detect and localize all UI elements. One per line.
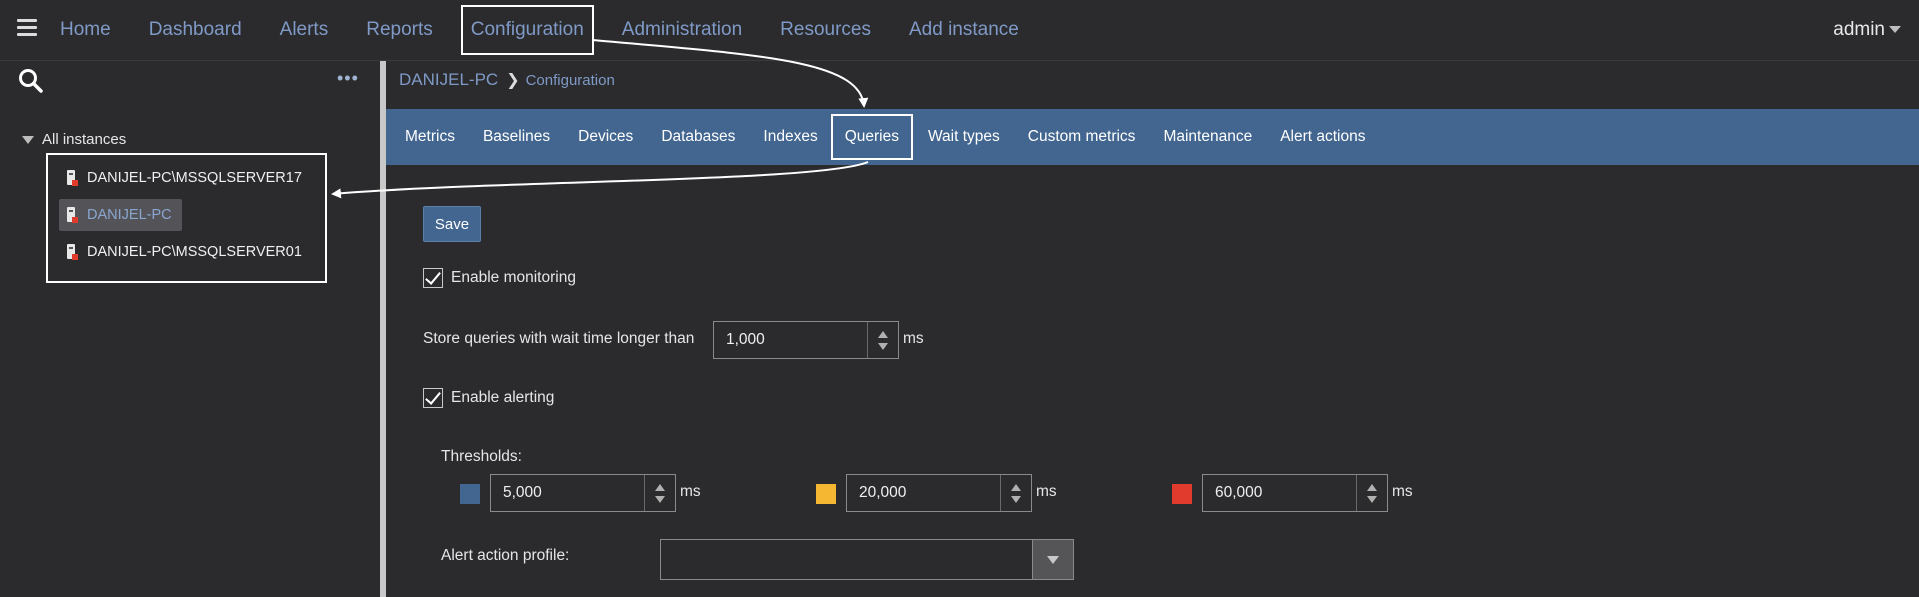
config-tabs: Metrics Baselines Devices Databases Inde…: [386, 109, 1919, 165]
enable-monitoring-label: Enable monitoring: [451, 269, 576, 286]
checkmark-icon: [425, 388, 441, 405]
instance-item-selected[interactable]: DANIJEL-PC: [59, 199, 182, 231]
nav-configuration[interactable]: Configuration: [460, 5, 594, 55]
breadcrumb: DANIJEL-PC ❯ Configuration: [399, 70, 615, 90]
spin-up-icon[interactable]: [655, 484, 665, 491]
hamburger-menu-icon[interactable]: [17, 19, 37, 37]
spin-down-icon[interactable]: [655, 496, 665, 503]
nav-resources[interactable]: Resources: [780, 1, 871, 59]
spinner: [867, 322, 898, 358]
instance-item[interactable]: DANIJEL-PC\MSSQLSERVER17: [59, 162, 312, 194]
enable-alerting-label: Enable alerting: [451, 389, 555, 406]
tab-databases[interactable]: Databases: [661, 115, 744, 159]
nav-alerts[interactable]: Alerts: [280, 1, 329, 59]
thresholds-label: Thresholds:: [441, 448, 522, 465]
spinner: [644, 475, 675, 511]
tree-root-label: All instances: [42, 131, 127, 148]
nav-reports[interactable]: Reports: [366, 1, 433, 59]
alert-action-profile-label: Alert action profile:: [441, 547, 570, 564]
spin-up-icon[interactable]: [1011, 484, 1021, 491]
store-wait-time-stepper[interactable]: [713, 321, 899, 359]
store-wait-time-input[interactable]: [714, 322, 867, 358]
spin-down-icon[interactable]: [1367, 496, 1377, 503]
tab-queries[interactable]: Queries: [830, 114, 913, 160]
unit-label: ms: [1036, 483, 1057, 500]
user-name: admin: [1833, 19, 1885, 40]
enable-alerting-checkbox[interactable]: Enable alerting: [423, 388, 554, 408]
spin-down-icon[interactable]: [878, 343, 888, 350]
tab-wait-types[interactable]: Wait types: [928, 115, 1009, 159]
tab-devices[interactable]: Devices: [578, 115, 642, 159]
nav-home[interactable]: Home: [60, 1, 111, 59]
server-icon: [67, 244, 78, 260]
threshold-low-color-swatch: [460, 484, 480, 504]
alert-action-profile-select[interactable]: [660, 539, 1074, 580]
instance-label: DANIJEL-PC\MSSQLSERVER01: [87, 244, 302, 260]
spin-down-icon[interactable]: [1011, 496, 1021, 503]
threshold-medium-input[interactable]: [847, 475, 1000, 511]
spinner: [1356, 475, 1387, 511]
main-nav: Home Dashboard Alerts Reports Configurat…: [60, 0, 1057, 60]
unit-label: ms: [1392, 483, 1413, 500]
collapse-triangle-icon[interactable]: [22, 135, 34, 144]
chevron-down-icon: [1047, 556, 1059, 564]
server-icon: [67, 207, 78, 223]
checkbox-box[interactable]: [423, 268, 443, 288]
threshold-high-input[interactable]: [1203, 475, 1356, 511]
breadcrumb-current: Configuration: [525, 71, 615, 89]
unit-label: ms: [903, 330, 924, 347]
threshold-high-color-swatch: [1172, 484, 1192, 504]
tab-indexes[interactable]: Indexes: [763, 115, 826, 159]
instance-item[interactable]: DANIJEL-PC\MSSQLSERVER01: [59, 236, 312, 268]
instance-label: DANIJEL-PC: [87, 207, 172, 223]
tab-baselines[interactable]: Baselines: [483, 115, 559, 159]
tree-root-all-instances[interactable]: All instances: [22, 131, 126, 148]
user-menu[interactable]: admin: [1833, 0, 1901, 60]
checkbox-box[interactable]: [423, 388, 443, 408]
nav-dashboard[interactable]: Dashboard: [149, 1, 242, 59]
spinner: [1000, 475, 1031, 511]
save-button[interactable]: Save: [423, 206, 481, 242]
threshold-medium-color-swatch: [816, 484, 836, 504]
tab-maintenance[interactable]: Maintenance: [1163, 115, 1261, 159]
threshold-low-stepper[interactable]: [490, 474, 676, 512]
top-navigation-bar: Home Dashboard Alerts Reports Configurat…: [0, 0, 1919, 61]
server-icon: [67, 170, 78, 186]
annotation-arrow-to-instances: [331, 161, 869, 199]
dropdown-arrow[interactable]: [1032, 540, 1073, 579]
tab-custom-metrics[interactable]: Custom metrics: [1028, 115, 1145, 159]
tab-alert-actions[interactable]: Alert actions: [1280, 115, 1374, 159]
store-queries-label: Store queries with wait time longer than: [423, 330, 695, 347]
unit-label: ms: [680, 483, 701, 500]
spin-up-icon[interactable]: [878, 331, 888, 338]
enable-monitoring-checkbox[interactable]: Enable monitoring: [423, 268, 576, 288]
tab-metrics[interactable]: Metrics: [405, 115, 464, 159]
chevron-right-icon: ❯: [506, 72, 520, 89]
threshold-high-stepper[interactable]: [1202, 474, 1388, 512]
spin-up-icon[interactable]: [1367, 484, 1377, 491]
breadcrumb-instance[interactable]: DANIJEL-PC: [399, 70, 498, 90]
search-icon[interactable]: [18, 68, 44, 94]
more-options-icon[interactable]: •••: [337, 69, 359, 87]
threshold-medium-stepper[interactable]: [846, 474, 1032, 512]
instance-label: DANIJEL-PC\MSSQLSERVER17: [87, 170, 302, 186]
nav-add-instance[interactable]: Add instance: [909, 1, 1019, 59]
checkmark-icon: [425, 268, 441, 285]
threshold-low-input[interactable]: [491, 475, 644, 511]
caret-down-icon: [1889, 26, 1901, 34]
nav-administration[interactable]: Administration: [622, 1, 742, 59]
